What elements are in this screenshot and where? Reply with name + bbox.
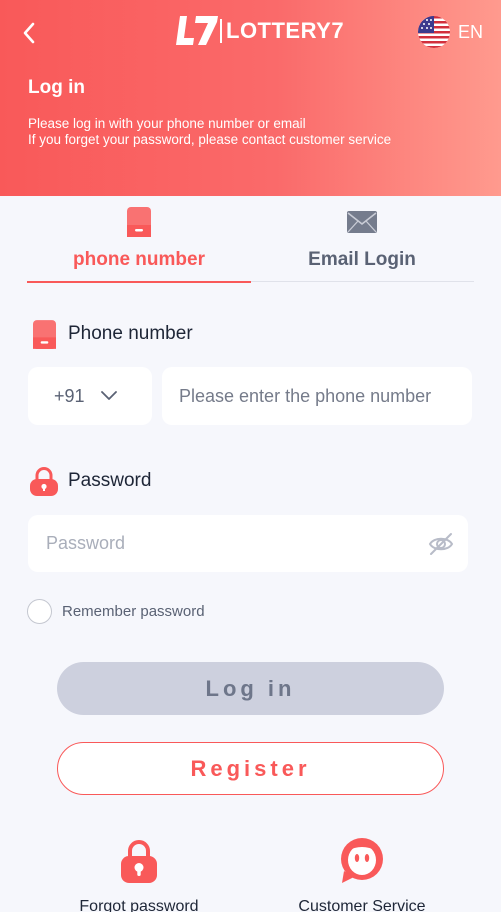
language-selector[interactable]: EN	[418, 16, 483, 48]
subtitle-line-2: If you forget your password, please cont…	[28, 132, 392, 147]
forgot-password-label: Forgot password	[79, 898, 199, 912]
logo-icon	[176, 16, 218, 45]
logo-divider	[220, 19, 222, 43]
lock-icon	[114, 836, 164, 886]
forgot-password-link[interactable]: Forgot password	[59, 836, 219, 912]
login-button[interactable]: Log in	[57, 662, 444, 715]
phone-label-text: Phone number	[68, 323, 193, 344]
password-input[interactable]	[28, 515, 408, 572]
tab-email-label: Email Login	[308, 249, 416, 270]
customer-service-label: Customer Service	[298, 898, 426, 912]
country-code-value: +91	[54, 385, 85, 406]
language-label: EN	[458, 21, 484, 42]
us-flag-icon	[418, 16, 450, 48]
tab-phone-label: phone number	[73, 249, 205, 270]
back-button[interactable]	[14, 18, 44, 48]
remember-password-toggle[interactable]: Remember password	[27, 599, 205, 624]
back-arrow-icon	[23, 22, 35, 44]
brand-name: LOTTERY7	[226, 18, 345, 43]
phone-number-input[interactable]	[162, 367, 472, 425]
tab-phone-number[interactable]: phone number	[27, 200, 251, 283]
eye-off-icon[interactable]	[428, 531, 454, 557]
remember-radio[interactable]	[27, 599, 52, 624]
customer-service-link[interactable]: Customer Service	[282, 836, 442, 912]
login-method-tabs: phone number Email Login	[27, 200, 474, 283]
register-button[interactable]: Register	[57, 742, 444, 795]
phone-icon	[30, 319, 58, 349]
phone-icon	[124, 207, 154, 237]
active-tab-indicator	[27, 281, 251, 283]
email-icon	[347, 207, 377, 237]
brand-logo: LOTTERY7	[176, 14, 344, 48]
customer-service-icon	[337, 836, 387, 886]
country-code-select[interactable]: +91	[28, 367, 152, 425]
tab-email-login[interactable]: Email Login	[250, 200, 474, 282]
password-label-text: Password	[68, 470, 152, 491]
subtitle-line-1: Please log in with your phone number or …	[28, 116, 306, 131]
lock-icon	[30, 466, 58, 496]
remember-label: Remember password	[62, 603, 205, 620]
password-field	[28, 515, 468, 572]
page-title: Log in	[28, 77, 85, 98]
password-field-label: Password	[30, 466, 151, 496]
page-subtitle: Please log in with your phone number or …	[28, 116, 391, 148]
header: LOTTERY7 EN Log in Please log in with yo…	[0, 0, 501, 196]
phone-field-label: Phone number	[30, 319, 193, 349]
chevron-down-icon	[100, 391, 117, 400]
